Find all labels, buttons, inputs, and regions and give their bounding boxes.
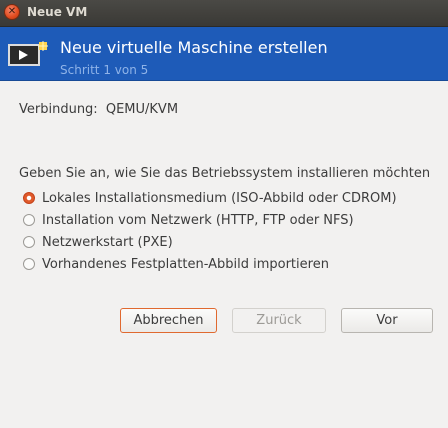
- wizard-step: Schritt 1 von 5: [60, 63, 149, 77]
- new-vm-window: ✕ Neue VM Neue virtuelle Maschine erstel…: [0, 0, 448, 428]
- monitor-play-icon: [8, 41, 48, 73]
- titlebar: ✕ Neue VM: [0, 0, 448, 27]
- radio-local-media[interactable]: [23, 192, 35, 204]
- close-button[interactable]: ✕: [5, 5, 19, 19]
- cancel-button[interactable]: Abbrechen: [120, 308, 217, 333]
- radio-network-install[interactable]: [23, 214, 35, 226]
- connection-info: Verbindung: QEMU/KVM: [19, 102, 178, 117]
- radio-pxe-boot[interactable]: [23, 236, 35, 248]
- wizard-header: Neue virtuelle Maschine erstellen Schrit…: [0, 27, 448, 81]
- close-icon: ✕: [7, 6, 17, 17]
- option-label: Netzwerkstart (PXE): [42, 234, 173, 250]
- option-local-media[interactable]: Lokales Installationsmedium (ISO-Abbild …: [23, 188, 397, 208]
- option-network-install[interactable]: Installation vom Netzwerk (HTTP, FTP ode…: [23, 210, 397, 230]
- back-button[interactable]: Zurück: [232, 308, 326, 333]
- option-label: Vorhandenes Festplatten-Abbild importier…: [42, 256, 329, 272]
- option-label: Installation vom Netzwerk (HTTP, FTP ode…: [42, 212, 354, 228]
- connection-label: Verbindung:: [19, 102, 98, 117]
- connection-value: QEMU/KVM: [105, 102, 179, 117]
- install-method-options: Lokales Installationsmedium (ISO-Abbild …: [23, 188, 397, 276]
- option-pxe-boot[interactable]: Netzwerkstart (PXE): [23, 232, 397, 252]
- next-button[interactable]: Vor: [341, 308, 433, 333]
- window-title: Neue VM: [27, 5, 88, 19]
- option-import-disk[interactable]: Vorhandenes Festplatten-Abbild importier…: [23, 254, 397, 274]
- wizard-title: Neue virtuelle Maschine erstellen: [60, 38, 328, 57]
- radio-import-disk[interactable]: [23, 258, 35, 270]
- install-method-question: Geben Sie an, wie Sie das Betriebssystem…: [19, 166, 431, 181]
- option-label: Lokales Installationsmedium (ISO-Abbild …: [42, 190, 397, 206]
